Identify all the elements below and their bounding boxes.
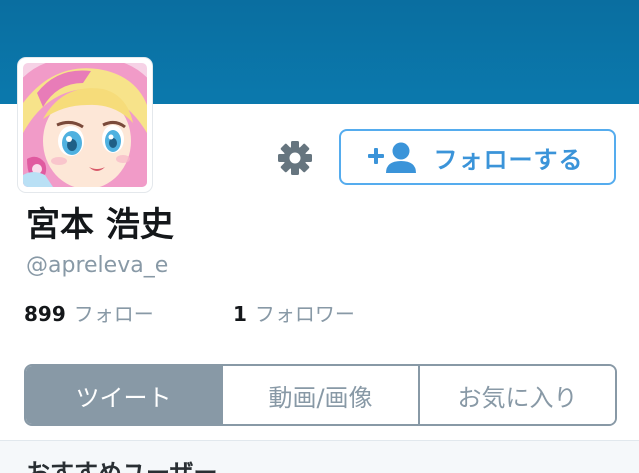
suggested-users-section: おすすめユーザー	[0, 440, 639, 473]
gear-icon[interactable]	[276, 139, 314, 177]
section-title: おすすめユーザー	[26, 459, 218, 473]
tab-favorites[interactable]: お気に入り	[418, 366, 615, 424]
followers-label: フォロワー	[254, 302, 355, 326]
add-user-icon	[367, 140, 418, 174]
followers-stat[interactable]: 1 フォロワー	[233, 299, 355, 329]
screen-name: @apreleva_e	[26, 253, 169, 278]
avatar-image	[23, 63, 147, 187]
followers-count: 1	[233, 302, 247, 326]
following-count: 899	[24, 302, 66, 326]
avatar[interactable]	[18, 58, 152, 192]
follow-button[interactable]: フォローする	[339, 129, 616, 185]
tab-tweets[interactable]: ツイート	[26, 366, 221, 424]
tab-media[interactable]: 動画/画像	[221, 366, 418, 424]
profile-tabs: ツイート 動画/画像 お気に入り	[24, 364, 617, 426]
display-name: 宮本 浩史	[26, 205, 174, 245]
following-stat[interactable]: 899 フォロー	[24, 299, 154, 329]
following-label: フォロー	[73, 302, 154, 326]
follow-button-label: フォローする	[433, 145, 584, 174]
